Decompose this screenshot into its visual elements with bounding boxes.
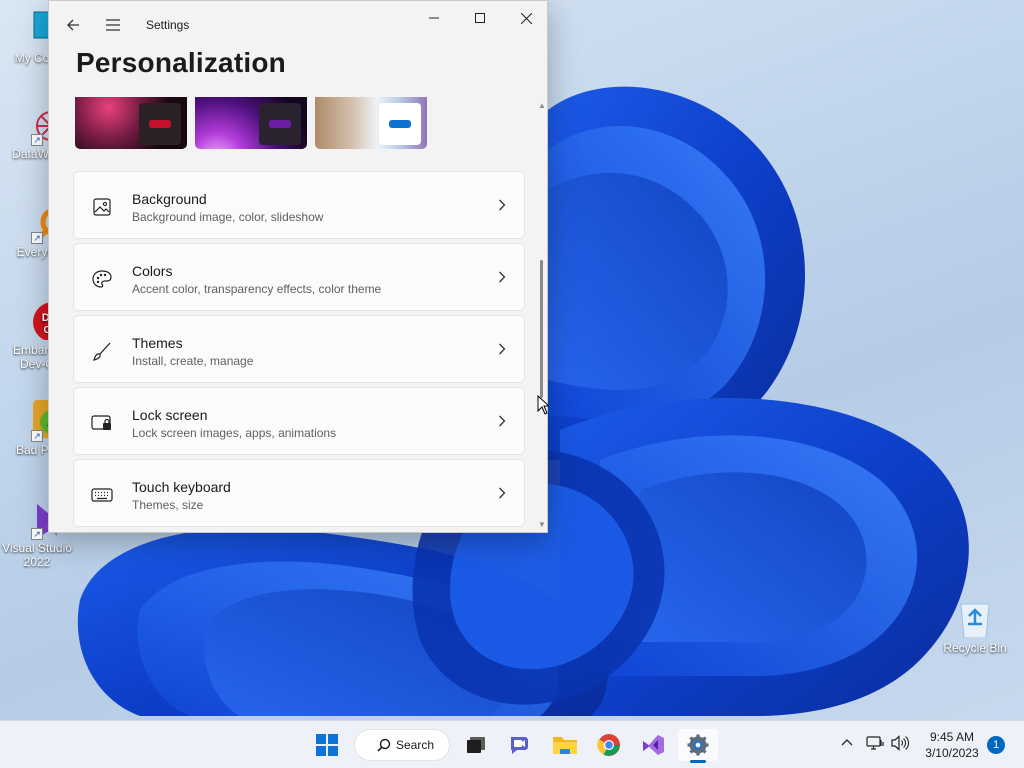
brush-icon — [91, 340, 113, 362]
shortcut-arrow-icon: ↗ — [31, 134, 43, 146]
mouse-cursor-icon — [537, 394, 551, 420]
visual-studio-button[interactable] — [633, 729, 673, 761]
theme-thumbnail-sunrise[interactable] — [195, 97, 307, 149]
accent-swatch — [389, 120, 411, 128]
taskbar: Search 9:45 AM 3/10/2023 1 — [0, 720, 1024, 768]
close-button[interactable] — [503, 3, 547, 33]
scroll-down-arrow-icon[interactable]: ▼ — [538, 520, 546, 529]
start-icon — [316, 734, 338, 756]
settings-item-title: Touch keyboard — [132, 479, 231, 495]
close-icon — [520, 12, 532, 24]
theme-thumbnails — [75, 97, 427, 149]
file-explorer-button[interactable] — [545, 729, 585, 761]
image-icon — [91, 196, 113, 218]
back-arrow-icon[interactable] — [57, 9, 89, 41]
minimize-button[interactable] — [411, 3, 457, 33]
desktop-icon-label: Visual Studio — [2, 541, 72, 555]
system-clock[interactable]: 9:45 AM 3/10/2023 — [920, 729, 984, 761]
app-title: Settings — [146, 18, 190, 32]
volume-icon[interactable] — [891, 735, 910, 756]
chevron-right-icon — [498, 270, 506, 288]
title-bar[interactable]: Settings — [49, 1, 547, 47]
hamburger-menu-icon[interactable] — [97, 9, 129, 41]
network-icon[interactable] — [866, 735, 884, 756]
task-view-icon — [467, 737, 485, 753]
chevron-right-icon — [498, 342, 506, 360]
settings-item-subtitle: Themes, size — [132, 498, 204, 512]
settings-button[interactable] — [678, 729, 718, 761]
start-button[interactable] — [307, 729, 347, 761]
chevron-right-icon — [498, 414, 506, 432]
search-icon — [377, 738, 391, 752]
settings-window[interactable]: Settings Personalization Background Back… — [48, 0, 548, 533]
settings-item-subtitle: Background image, color, slideshow — [132, 210, 324, 224]
lock-screen-icon — [91, 412, 113, 434]
notification-badge[interactable]: 1 — [987, 736, 1005, 754]
chrome-icon — [597, 734, 620, 756]
active-app-indicator — [690, 760, 706, 763]
settings-item-title: Colors — [132, 263, 173, 279]
recycle-bin-icon — [955, 598, 995, 639]
settings-item-themes[interactable]: Themes Install, create, manage — [73, 315, 525, 383]
visual-studio-icon — [643, 735, 664, 755]
clock-date: 3/10/2023 — [925, 746, 979, 760]
shortcut-arrow-icon: ↗ — [31, 430, 43, 442]
maximize-button[interactable] — [457, 3, 503, 33]
maximize-icon — [475, 13, 485, 23]
settings-item-subtitle: Accent color, transparency effects, colo… — [132, 282, 382, 296]
settings-item-title: Themes — [132, 335, 183, 351]
palette-icon — [91, 268, 113, 290]
minimize-icon — [429, 17, 439, 19]
clock-time: 9:45 AM — [929, 730, 975, 744]
settings-item-subtitle: Lock screen images, apps, animations — [132, 426, 337, 440]
desktop-icon-label: 2022 — [23, 555, 51, 569]
accent-swatch — [149, 120, 171, 128]
shortcut-arrow-icon: ↗ — [31, 528, 43, 540]
settings-item-title: Lock screen — [132, 407, 208, 423]
scrollbar-thumb[interactable] — [540, 260, 543, 398]
meet-icon — [511, 737, 528, 754]
scroll-up-arrow-icon[interactable]: ▲ — [538, 101, 546, 110]
show-hidden-icons-chevron-up-icon[interactable] — [840, 735, 854, 754]
chrome-button[interactable] — [589, 729, 629, 761]
settings-item-background[interactable]: Background Background image, color, slid… — [73, 171, 525, 239]
settings-item-lock-screen[interactable]: Lock screen Lock screen images, apps, an… — [73, 387, 525, 455]
desktop-icon-recycle-bin[interactable]: Recycle Bin — [938, 598, 1012, 655]
shortcut-arrow-icon: ↗ — [31, 232, 43, 244]
search-label: Search — [396, 738, 435, 752]
settings-item-title: Background — [132, 191, 207, 207]
meet-button[interactable] — [500, 729, 540, 761]
settings-item-touch-keyboard[interactable]: Touch keyboard Themes, size — [73, 459, 525, 527]
file-explorer-icon — [553, 737, 577, 754]
accent-swatch — [269, 120, 291, 128]
page-title: Personalization — [76, 47, 286, 78]
settings-list: Background Background image, color, slid… — [73, 171, 525, 531]
theme-thumbnail-captured-motion[interactable] — [315, 97, 427, 149]
keyboard-icon — [91, 484, 113, 506]
settings-item-subtitle: Install, create, manage — [132, 354, 254, 368]
settings-item-colors[interactable]: Colors Accent color, transparency effect… — [73, 243, 525, 311]
theme-thumbnail-glow[interactable] — [75, 97, 187, 149]
desktop-icon-label: Recycle Bin — [943, 641, 1007, 655]
chevron-right-icon — [498, 198, 506, 216]
taskbar-search[interactable]: Search — [354, 729, 450, 761]
task-view-button[interactable] — [456, 729, 496, 761]
settings-icon — [687, 734, 709, 756]
chevron-right-icon — [498, 486, 506, 504]
